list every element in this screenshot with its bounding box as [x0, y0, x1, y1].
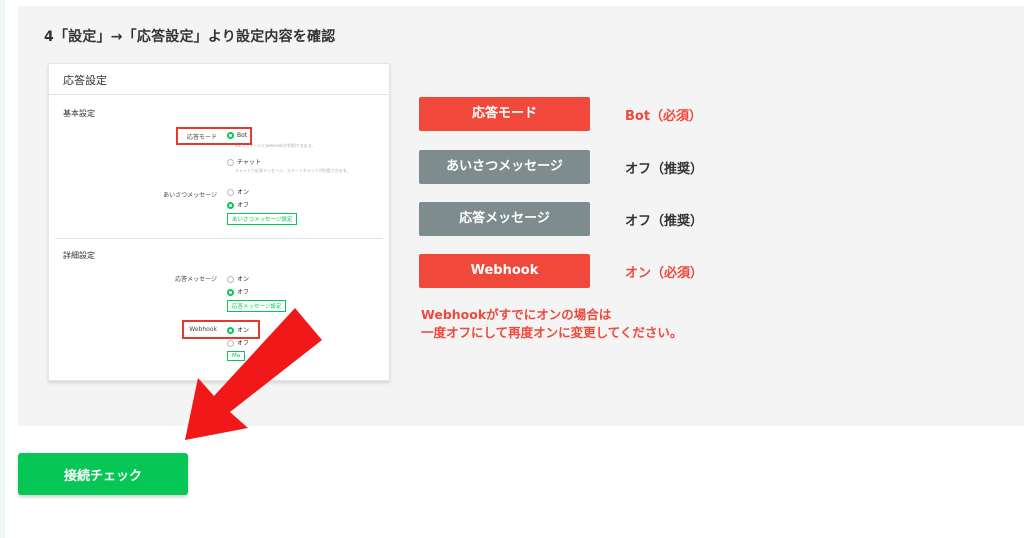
legend-auto-reply-pill: 応答メッセージ: [419, 202, 590, 236]
radio-selected-icon: [227, 202, 234, 209]
greeting-off-option: オフ: [227, 200, 249, 209]
screenshot-header: 応答設定: [49, 64, 389, 95]
chat-option: チャット: [227, 157, 261, 166]
legend-webhook-value: オン（必須）: [625, 266, 704, 281]
legend-webhook-pill: Webhook: [419, 254, 590, 288]
greeting-label: あいさつメッセージ: [163, 192, 217, 199]
radio-selected-icon: [227, 289, 234, 296]
screenshot-header-title: 応答設定: [63, 74, 107, 87]
connect-check-button[interactable]: 接続チェック: [18, 453, 188, 495]
legend-greeting-value: オフ（推奨）: [625, 162, 704, 177]
legend-auto-reply-value: オフ（推奨）: [625, 214, 704, 229]
greeting-settings-button: あいさつメッセージ設定: [227, 213, 298, 225]
radio-icon: [227, 159, 234, 166]
detail-section-title: 詳細設定: [63, 251, 95, 260]
legend-response-mode-pill: 応答モード: [419, 97, 590, 131]
basic-section-title: 基本設定: [63, 109, 95, 118]
greeting-on-option: オン: [227, 187, 249, 196]
legend-response-mode-value: Bot（必須）: [625, 109, 703, 124]
highlight-response-mode: [176, 127, 252, 145]
left-edge-bar: [0, 0, 5, 538]
auto-reply-on-option: オン: [227, 274, 249, 283]
auto-reply-label: 応答メッセージ: [175, 276, 217, 283]
webhook-note-line2: 一度オフにして再度オンに変更してください。: [421, 325, 683, 340]
webhook-note-line1: Webhookがすでにオンの場合は: [421, 307, 612, 322]
arrow-pointer-icon: [185, 308, 322, 440]
section-divider: [55, 238, 383, 239]
radio-icon: [227, 189, 234, 196]
chat-hint: チャットで応答メッセージ、スマートチャットが利用できます。: [235, 168, 351, 173]
webhook-note: Webhookがすでにオンの場合は 一度オフにして再度オンに変更してください。: [421, 306, 682, 342]
legend-greeting-pill: あいさつメッセージ: [419, 150, 590, 184]
auto-reply-off-option: オフ: [227, 287, 249, 296]
radio-icon: [227, 276, 234, 283]
step-title: 4「設定」→「応答設定」より設定内容を確認: [44, 29, 336, 45]
